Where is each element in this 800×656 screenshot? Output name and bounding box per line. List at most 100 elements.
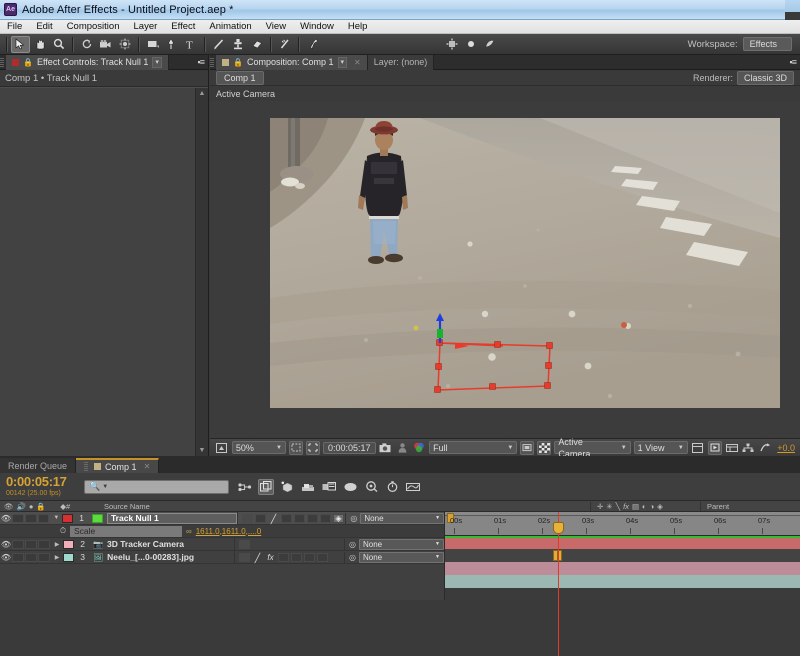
renderer-value[interactable]: Classic 3D: [737, 71, 794, 85]
quality-switch[interactable]: ╱: [268, 514, 279, 523]
show-channel-icon[interactable]: [412, 441, 426, 455]
shy-switch[interactable]: [239, 540, 250, 549]
timeline-search-input[interactable]: 🔍 ▼: [84, 480, 229, 494]
layer-switches[interactable]: ╱ ◈: [237, 512, 345, 525]
layer-expand-triangle[interactable]: ▶: [51, 541, 63, 548]
layer-solo-toggle[interactable]: [25, 514, 37, 523]
panel-grip-icon[interactable]: [0, 58, 4, 67]
comp-timecode-field[interactable]: 0:00:05:17: [323, 442, 376, 454]
layer-switches[interactable]: [234, 538, 344, 551]
exposure-reset-icon[interactable]: [758, 441, 772, 455]
layer-parent-cell[interactable]: ◎ None▼: [344, 539, 444, 550]
tab-effect-controls[interactable]: 🔒 Effect Controls: Track Null 1 ▾: [6, 55, 169, 70]
comp-flowchart-icon[interactable]: [742, 441, 756, 455]
layer-solo-toggle[interactable]: [25, 553, 37, 562]
pan-behind-anchor-tool-icon[interactable]: [115, 36, 134, 53]
resolution-select[interactable]: Full▼: [429, 441, 517, 454]
quality-switch[interactable]: ╱: [252, 553, 263, 562]
pixel-aspect-correction-icon[interactable]: [691, 441, 705, 455]
layer-name-cell[interactable]: 🖼 Neelu_[...0-00283].jpg: [90, 552, 234, 562]
toggle-view-masks-icon[interactable]: [520, 441, 534, 455]
panel-menu-icon[interactable]: ▪≡: [198, 57, 204, 67]
effects-switch[interactable]: fx: [265, 553, 276, 562]
zoom-tool-icon[interactable]: [49, 36, 68, 53]
view-layout-select[interactable]: 1 View▼: [634, 441, 688, 454]
tab-layer[interactable]: Layer: (none): [368, 55, 435, 70]
timeline-jump-icon[interactable]: [725, 441, 739, 455]
layer-lock-toggle[interactable]: [38, 553, 50, 562]
panel-grip-icon[interactable]: [84, 462, 88, 471]
mask-feather-tool-icon[interactable]: [480, 36, 499, 53]
layer-1-duration-bar[interactable]: [445, 538, 800, 549]
layer-name-cell[interactable]: 📷 3D Tracker Camera: [90, 539, 234, 549]
lock-icon[interactable]: 🔒: [233, 58, 243, 67]
effects-switch[interactable]: [281, 514, 292, 523]
show-snapshot-icon[interactable]: [395, 441, 409, 455]
menu-help[interactable]: Help: [341, 20, 375, 34]
table-row[interactable]: 👁 ▶ 3 🖼 Neelu_[...0-00283].jpg ╱ fx: [0, 551, 444, 564]
composition-viewer[interactable]: [210, 101, 800, 438]
layer-2-duration-bar[interactable]: [445, 562, 800, 575]
clone-stamp-tool-icon[interactable]: [228, 36, 247, 53]
hide-shy-layers-icon[interactable]: [279, 479, 295, 495]
motion-blur-switch[interactable]: [291, 553, 302, 562]
shy-switch[interactable]: [242, 514, 253, 523]
toggle-alpha-grid-icon[interactable]: [537, 441, 551, 455]
layer-lock-toggle[interactable]: [38, 540, 50, 549]
menu-file[interactable]: File: [0, 20, 29, 34]
workspace-selector[interactable]: Workspace: Effects: [688, 37, 800, 51]
close-icon[interactable]: ✕: [144, 462, 151, 471]
three-d-switch[interactable]: [317, 553, 328, 562]
auto-keyframe-stopwatch-icon[interactable]: [384, 479, 400, 495]
three-d-switch[interactable]: ◈: [333, 514, 344, 523]
property-value[interactable]: 1611.0,1611.0,....0: [192, 527, 262, 536]
layer-lock-toggle[interactable]: [38, 514, 50, 523]
take-snapshot-camera-icon[interactable]: [379, 441, 393, 455]
brush-tool-icon[interactable]: [209, 36, 228, 53]
layer-solo-toggle[interactable]: [25, 540, 37, 549]
frame-blend-switch[interactable]: [294, 514, 305, 523]
selection-tool-icon[interactable]: [11, 36, 30, 53]
parent-select[interactable]: None▼: [359, 552, 444, 563]
layer-switches[interactable]: ╱ fx: [234, 551, 344, 564]
parent-pickwhip-icon[interactable]: ◎: [349, 540, 356, 549]
stopwatch-icon[interactable]: ⏱: [56, 526, 70, 536]
layer-expand-triangle[interactable]: ▶: [51, 554, 63, 561]
menu-effect[interactable]: Effect: [164, 20, 202, 34]
adjustment-switch[interactable]: [304, 553, 315, 562]
anchor-dot-icon[interactable]: [461, 36, 480, 53]
view-camera-select[interactable]: Active Camera▼: [554, 441, 630, 454]
layer-label-color[interactable]: [62, 514, 73, 523]
menu-window[interactable]: Window: [293, 20, 341, 34]
parent-pickwhip-icon[interactable]: ◎: [350, 514, 357, 523]
collapse-switch[interactable]: [255, 514, 266, 523]
timeline-ruler[interactable]: 00s 01s 02s 03s 04s 05s 06s 07s: [445, 512, 800, 536]
parent-select[interactable]: None▼: [360, 513, 444, 524]
fast-previews-icon[interactable]: [708, 441, 722, 455]
enable-motion-blur-icon[interactable]: [321, 479, 337, 495]
always-preview-this-view-icon[interactable]: [215, 441, 229, 455]
layer-visibility-toggle[interactable]: 👁: [0, 553, 12, 562]
table-row[interactable]: 👁 ▼ 1 Track Null 1: [0, 512, 444, 525]
camera-tool-icon[interactable]: [96, 36, 115, 53]
composition-mini-flowchart-icon[interactable]: [237, 479, 253, 495]
layer-visibility-toggle[interactable]: 👁: [0, 514, 12, 523]
scale-property-track[interactable]: [445, 549, 800, 562]
chevron-down-icon[interactable]: ▾: [152, 57, 162, 68]
menu-composition[interactable]: Composition: [60, 20, 127, 34]
draft-3d-icon[interactable]: [258, 479, 274, 495]
layer-expand-triangle[interactable]: ▼: [50, 515, 62, 521]
workspace-value[interactable]: Effects: [743, 37, 792, 51]
hand-tool-icon[interactable]: [30, 36, 49, 53]
close-icon[interactable]: ✕: [354, 58, 361, 67]
layer-3-duration-bar[interactable]: [445, 575, 800, 588]
rotation-tool-icon[interactable]: [77, 36, 96, 53]
layer-label-color[interactable]: [63, 540, 74, 549]
tab-render-queue[interactable]: Render Queue: [0, 458, 76, 473]
layer-parent-cell[interactable]: ◎ None▼: [345, 513, 444, 524]
menu-animation[interactable]: Animation: [202, 20, 258, 34]
puppet-pin-tool-icon[interactable]: [303, 36, 322, 53]
brainstorm-icon[interactable]: [363, 479, 379, 495]
scroll-down-icon[interactable]: ▼: [199, 445, 206, 456]
type-tool-icon[interactable]: T: [181, 36, 200, 53]
